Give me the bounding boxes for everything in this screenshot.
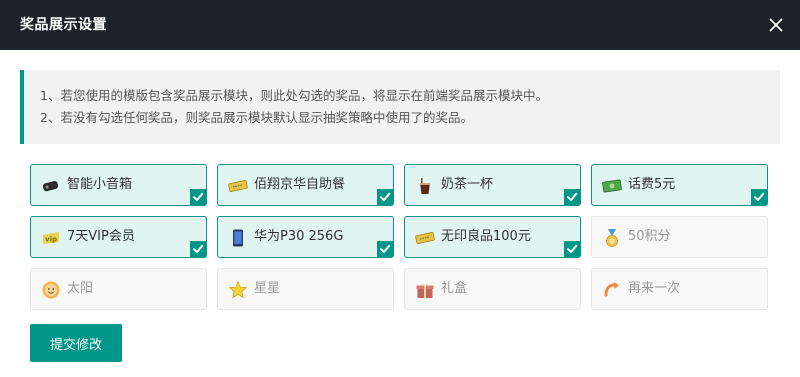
close-icon[interactable] (764, 13, 788, 37)
prize-card[interactable]: 礼盒 (404, 268, 581, 310)
prize-card[interactable]: 佰翔京华自助餐 (217, 164, 394, 206)
notice-line-1: 1、若您使用的模版包含奖品展示模块，则此处勾选的奖品，将显示在前端奖品展示模块中… (40, 88, 548, 103)
medal-icon (602, 228, 622, 248)
prize-name: 再来一次 (628, 281, 681, 296)
notice-box: 1、若您使用的模版包含奖品展示模块，则此处勾选的奖品，将显示在前端奖品展示模块中… (20, 70, 780, 144)
notice-line-2: 2、若没有勾选任何奖品，则奖品展示模块默认显示抽奖策略中使用了的奖品。 (40, 110, 473, 125)
prize-card[interactable]: 华为P30 256G (217, 216, 394, 258)
star-icon (228, 280, 248, 300)
phone-icon (228, 228, 248, 248)
dialog-header: 奖品展示设置 (0, 0, 800, 50)
prize-card[interactable]: 智能小音箱 (30, 164, 207, 206)
prize-card[interactable]: 话费5元 (591, 164, 768, 206)
checkmark-icon (564, 189, 580, 205)
ticket-icon (415, 228, 435, 248)
prize-card[interactable]: 星星 (217, 268, 394, 310)
prize-name: 7天VIP会员 (67, 229, 135, 244)
prize-name: 无印良品100元 (441, 229, 531, 244)
milk-tea-icon (415, 176, 435, 196)
ticket-icon (228, 176, 248, 196)
prize-name: 智能小音箱 (67, 177, 133, 192)
prize-name: 星星 (254, 281, 281, 296)
prize-card[interactable]: 奶茶一杯 (404, 164, 581, 206)
checkmark-icon (564, 241, 580, 257)
checkmark-icon (377, 189, 393, 205)
prize-card[interactable]: 50积分 (591, 216, 768, 258)
gift-icon (415, 280, 435, 300)
sun-icon (41, 280, 61, 300)
money-icon (602, 176, 622, 196)
prize-name: 话费5元 (628, 177, 676, 192)
checkmark-icon (377, 241, 393, 257)
submit-button[interactable]: 提交修改 (30, 324, 122, 362)
prize-display-dialog: 奖品展示设置 1、若您使用的模版包含奖品展示模块，则此处勾选的奖品，将显示在前端… (0, 0, 800, 377)
prize-card[interactable]: 太阳 (30, 268, 207, 310)
prize-name: 礼盒 (441, 281, 468, 296)
checkmark-icon (190, 189, 206, 205)
vip-icon: vip (41, 228, 61, 248)
dialog-title: 奖品展示设置 (20, 17, 107, 33)
checkmark-icon (190, 241, 206, 257)
prize-name: 华为P30 256G (254, 229, 344, 244)
svg-text:vip: vip (45, 236, 57, 244)
prize-card[interactable]: 再来一次 (591, 268, 768, 310)
prize-card[interactable]: 无印良品100元 (404, 216, 581, 258)
speaker-icon (41, 176, 61, 196)
prize-name: 50积分 (628, 229, 671, 244)
prize-card[interactable]: vip 7天VIP会员 (30, 216, 207, 258)
prize-name: 佰翔京华自助餐 (254, 177, 346, 192)
prize-name: 奶茶一杯 (441, 177, 494, 192)
checkmark-icon (751, 189, 767, 205)
retry-icon (602, 280, 622, 300)
prize-name: 太阳 (67, 281, 94, 296)
